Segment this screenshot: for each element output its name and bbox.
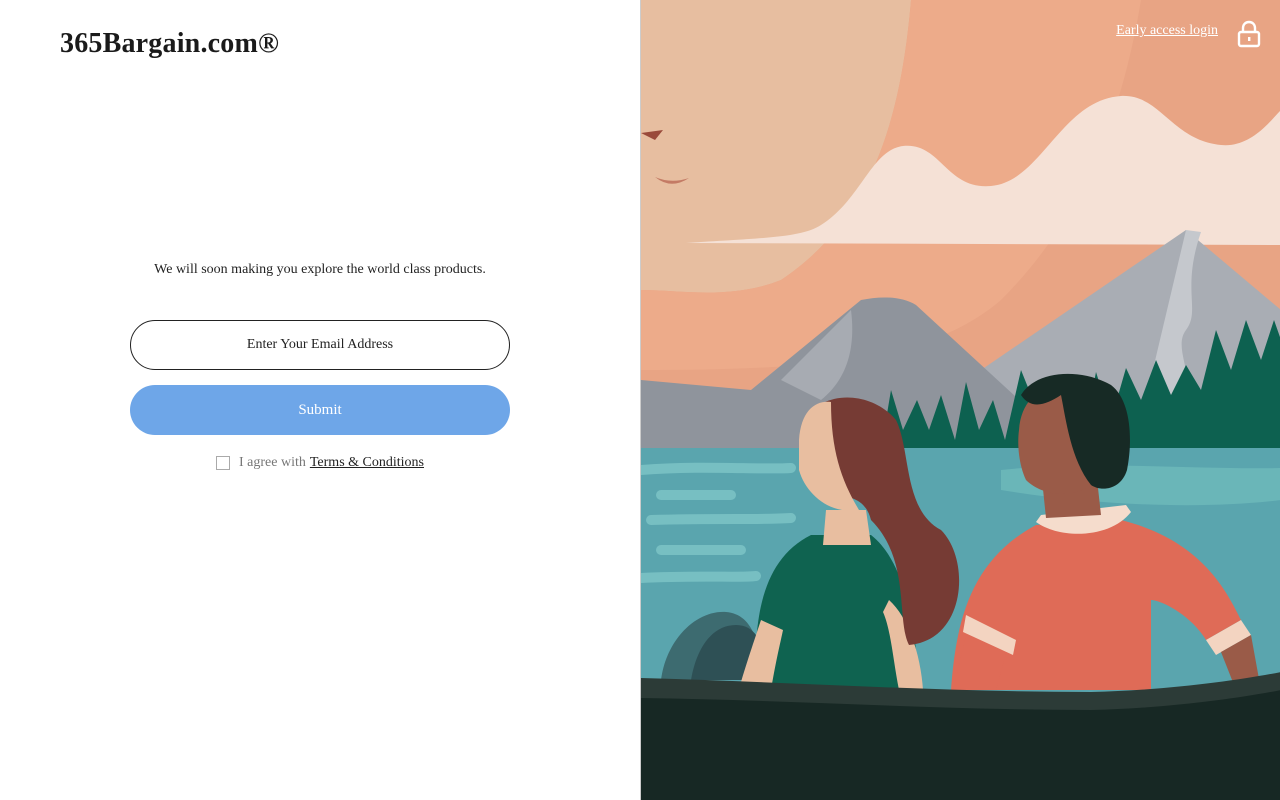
site-logo[interactable]: 365Bargain.com® (60, 28, 279, 60)
hero-illustration-panel: Early access login (640, 0, 1280, 800)
agree-checkbox[interactable] (216, 456, 230, 470)
woman-neck (823, 510, 871, 545)
lock-icon[interactable] (1236, 20, 1262, 48)
signup-panel: 365Bargain.com® We will soon making you … (0, 0, 640, 800)
agree-label: I agree with (239, 455, 306, 470)
early-access-login-link[interactable]: Early access login (1116, 23, 1218, 39)
email-input[interactable] (130, 320, 510, 370)
terms-agreement: I agree with Terms & Conditions (216, 455, 424, 471)
terms-link[interactable]: Terms & Conditions (310, 455, 424, 471)
tagline-text: We will soon making you explore the worl… (154, 262, 486, 277)
hero-illustration (641, 0, 1280, 800)
submit-button[interactable]: Submit (130, 385, 510, 435)
